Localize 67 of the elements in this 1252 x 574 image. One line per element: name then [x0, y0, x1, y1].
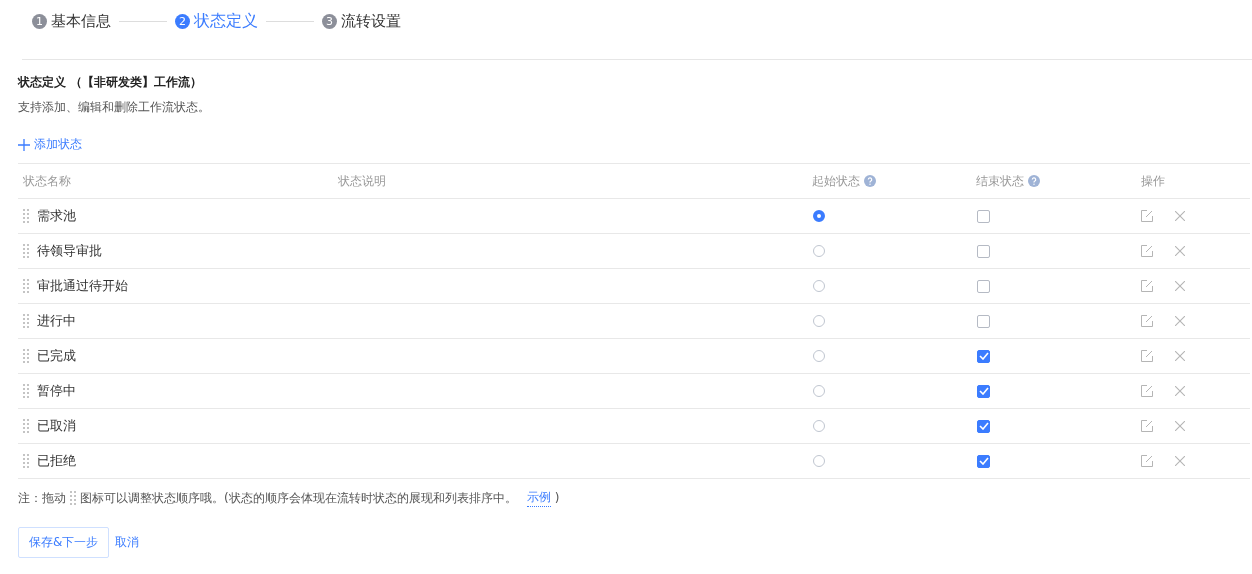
edit-icon[interactable] [1141, 385, 1153, 397]
cancel-button[interactable]: 取消 [115, 534, 140, 551]
drag-handle-icon[interactable] [23, 419, 29, 433]
drag-handle-icon[interactable] [23, 209, 29, 223]
end-state-checkbox[interactable] [977, 244, 990, 258]
step-number[interactable]: 2 [175, 13, 190, 29]
column-header: 状态说明 [338, 172, 386, 190]
edit-icon[interactable] [1141, 455, 1153, 467]
end-state-checkbox[interactable] [977, 314, 990, 328]
note-text: 注：拖动 [18, 489, 66, 507]
state-name: 已取消 [37, 417, 76, 435]
step-connector [119, 20, 167, 22]
column-header: 状态名称 [23, 172, 71, 190]
step-connector [266, 20, 314, 22]
delete-icon[interactable] [1175, 246, 1185, 256]
edit-icon[interactable] [1141, 350, 1153, 362]
step-number[interactable]: 3 [322, 13, 337, 29]
step-tab[interactable]: 基本信息 [51, 11, 111, 31]
note-text: ) [554, 491, 560, 505]
end-state-checkbox[interactable] [977, 419, 990, 433]
delete-icon[interactable] [1175, 351, 1185, 361]
delete-icon[interactable] [1175, 211, 1185, 221]
edit-icon[interactable] [1141, 210, 1153, 222]
drag-handle-icon[interactable] [23, 349, 29, 363]
edit-icon[interactable] [1141, 420, 1153, 432]
step-tab[interactable]: 状态定义 [194, 10, 258, 32]
add-state-button[interactable]: 添加状态 [18, 136, 82, 153]
save-next-button[interactable]: 保存&下一步 [18, 527, 110, 558]
help-icon[interactable] [864, 175, 876, 187]
step-tab[interactable]: 流转设置 [341, 11, 401, 31]
drag-handle-icon[interactable] [23, 314, 29, 328]
delete-icon[interactable] [1175, 421, 1185, 431]
drag-handle-icon[interactable] [23, 384, 29, 398]
start-state-radio[interactable] [813, 210, 825, 222]
end-state-checkbox[interactable] [977, 454, 990, 468]
end-state-checkbox[interactable] [977, 279, 990, 293]
state-name: 已拒绝 [37, 452, 76, 470]
drag-handle-icon[interactable] [23, 279, 29, 293]
drag-handle-icon[interactable] [23, 244, 29, 258]
column-header: 操作 [1141, 172, 1165, 190]
edit-icon[interactable] [1141, 280, 1153, 292]
step-number[interactable]: 1 [32, 13, 47, 29]
state-name: 已完成 [37, 347, 76, 365]
drag-handle-icon [70, 491, 76, 505]
state-name: 审批通过待开始 [37, 277, 128, 295]
drag-handle-icon[interactable] [23, 454, 29, 468]
end-state-checkbox[interactable] [977, 349, 990, 363]
state-name: 暂停中 [37, 382, 76, 400]
edit-icon[interactable] [1141, 245, 1153, 257]
note-text: 图标可以调整状态顺序哦。(状态的顺序会体现在流转时状态的展现和列表排序中。 [80, 489, 517, 507]
delete-icon[interactable] [1175, 281, 1185, 291]
state-name: 进行中 [37, 312, 76, 330]
state-name: 需求池 [37, 207, 76, 225]
example-link[interactable]: 示例 [526, 489, 551, 507]
state-name: 待领导审批 [37, 242, 102, 260]
help-icon[interactable] [1028, 175, 1040, 187]
end-state-checkbox[interactable] [977, 209, 990, 223]
delete-icon[interactable] [1175, 386, 1185, 396]
delete-icon[interactable] [1175, 456, 1185, 466]
delete-icon[interactable] [1175, 316, 1185, 326]
column-header: 起始状态 [812, 172, 860, 190]
column-header: 结束状态 [976, 172, 1024, 190]
section-description: 支持添加、编辑和删除工作流状态。 [18, 99, 211, 116]
edit-icon[interactable] [1141, 315, 1153, 327]
end-state-checkbox[interactable] [977, 384, 990, 398]
section-title: 状态定义 （【非研发类】工作流） [18, 74, 204, 91]
plus-icon [18, 138, 30, 151]
